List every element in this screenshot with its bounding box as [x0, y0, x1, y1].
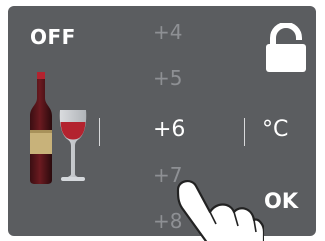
- wine-bottle-and-glass-icon: [30, 72, 87, 184]
- pointing-hand-icon: [176, 180, 264, 241]
- temperature-option[interactable]: +5: [153, 66, 182, 90]
- lock-icon[interactable]: [264, 23, 308, 73]
- off-button[interactable]: OFF: [30, 25, 76, 49]
- temperature-option[interactable]: +4: [153, 20, 182, 44]
- left-divider: [99, 118, 100, 146]
- selected-temperature[interactable]: +6: [153, 117, 185, 142]
- display-panel: OFF +4 +5 +6 +7 +8 °C OK: [8, 6, 316, 236]
- control-screen: OFF +4 +5 +6 +7 +8 °C OK: [0, 0, 325, 241]
- ok-button[interactable]: OK: [264, 189, 298, 213]
- right-divider: [244, 118, 245, 146]
- temperature-unit: °C: [262, 117, 289, 142]
